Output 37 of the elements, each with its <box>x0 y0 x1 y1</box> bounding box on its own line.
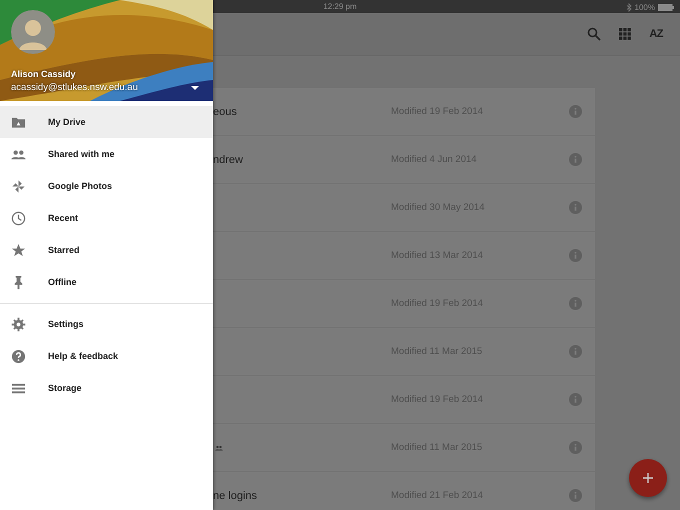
info-icon[interactable] <box>569 441 582 454</box>
info-icon[interactable] <box>569 201 582 214</box>
star-icon <box>11 242 26 258</box>
info-icon[interactable] <box>569 393 582 406</box>
nav-item[interactable]: My Drive <box>0 106 213 138</box>
nav-item[interactable]: Help & feedback <box>0 340 213 372</box>
battery-icon <box>658 4 674 11</box>
search-icon[interactable] <box>587 27 602 41</box>
nav-item[interactable]: Settings <box>0 308 213 340</box>
info-icon[interactable] <box>569 297 582 310</box>
person-silhouette-icon <box>11 10 55 54</box>
settings-icon <box>11 316 26 332</box>
clock-icon <box>11 210 26 226</box>
nav-item[interactable]: Offline <box>0 266 213 298</box>
nav-item[interactable]: Recent <box>0 202 213 234</box>
plus-icon <box>643 473 653 483</box>
status-time: 12:29 pm <box>323 2 357 11</box>
dropdown-caret-icon[interactable] <box>191 86 199 90</box>
pinwheel-icon <box>11 178 26 194</box>
info-icon[interactable] <box>569 489 582 502</box>
nav-item[interactable]: Shared with me <box>0 138 213 170</box>
grid-view-icon[interactable] <box>619 28 632 40</box>
info-icon[interactable] <box>569 105 582 118</box>
account-name: Alison Cassidy <box>11 69 77 79</box>
file-name[interactable]: ndrew <box>213 154 243 166</box>
nav-item[interactable]: Starred <box>0 234 213 266</box>
nav-item[interactable]: Google Photos <box>0 170 213 202</box>
info-icon[interactable] <box>569 153 582 166</box>
info-icon[interactable] <box>569 249 582 262</box>
add-button[interactable] <box>629 459 667 497</box>
file-name[interactable]: ne logins <box>213 490 258 502</box>
battery-percent: 100% <box>634 3 655 12</box>
nav-item[interactable]: Storage <box>0 372 213 404</box>
avatar[interactable] <box>11 10 55 54</box>
file-name[interactable]: eous <box>213 106 237 118</box>
help-icon <box>11 348 26 364</box>
info-icon[interactable] <box>569 345 582 358</box>
